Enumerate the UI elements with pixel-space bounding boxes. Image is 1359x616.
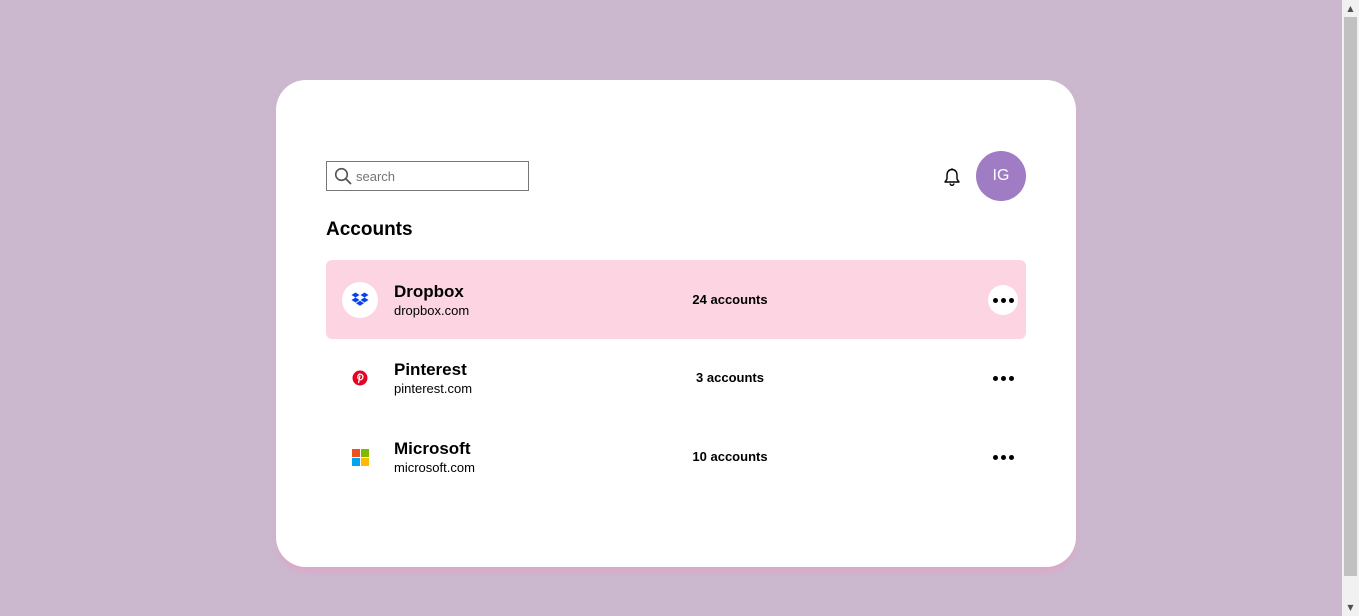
- dot-icon: [1000, 454, 1006, 460]
- dot-icon: [1008, 297, 1014, 303]
- account-name: Dropbox: [394, 282, 464, 301]
- account-count: 3 accounts: [696, 370, 764, 385]
- search-box[interactable]: [326, 161, 529, 191]
- account-count: 24 accounts: [692, 292, 768, 307]
- bell-icon[interactable]: [942, 167, 962, 187]
- account-row-dropbox[interactable]: Dropbox dropbox.com 24 accounts: [326, 260, 1026, 339]
- dot-icon: [992, 375, 998, 381]
- more-options-button[interactable]: [988, 363, 1018, 393]
- microsoft-icon: [342, 439, 378, 475]
- more-options-button[interactable]: [988, 285, 1018, 315]
- dot-icon: [992, 297, 998, 303]
- page-title: Accounts: [326, 219, 413, 240]
- account-domain: microsoft.com: [394, 460, 475, 475]
- dot-icon: [992, 454, 998, 460]
- avatar[interactable]: IG: [976, 151, 1026, 201]
- vertical-scrollbar[interactable]: ▲ ▼: [1342, 0, 1359, 616]
- account-row-pinterest[interactable]: Pinterest pinterest.com 3 accounts: [326, 338, 1026, 417]
- pinterest-icon: [342, 360, 378, 396]
- page: IG Accounts Dropbox dropbox.com 24 accou…: [0, 0, 1342, 616]
- account-row-microsoft[interactable]: Microsoft microsoft.com 10 accounts: [326, 417, 1026, 496]
- scrollbar-thumb[interactable]: [1344, 17, 1357, 576]
- avatar-initials: IG: [992, 167, 1010, 184]
- scroll-down-icon[interactable]: ▼: [1342, 599, 1359, 616]
- search-icon: [333, 166, 353, 186]
- dot-icon: [1000, 375, 1006, 381]
- dot-icon: [1008, 454, 1014, 460]
- dot-icon: [1008, 375, 1014, 381]
- account-domain: dropbox.com: [394, 303, 470, 318]
- account-name: Microsoft: [394, 439, 471, 458]
- account-name: Pinterest: [394, 360, 467, 379]
- dot-icon: [1000, 297, 1006, 303]
- more-options-button[interactable]: [988, 442, 1018, 472]
- dropbox-icon: [342, 282, 378, 318]
- accounts-card: IG Accounts Dropbox dropbox.com 24 accou…: [276, 80, 1076, 567]
- account-count: 10 accounts: [692, 449, 768, 464]
- search-input[interactable]: [356, 168, 516, 184]
- scroll-up-icon[interactable]: ▲: [1342, 0, 1359, 17]
- account-domain: pinterest.com: [394, 381, 473, 396]
